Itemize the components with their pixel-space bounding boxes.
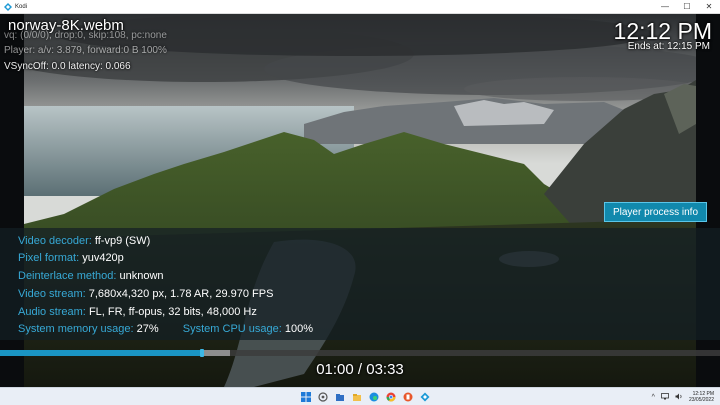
system-usage-row: System memory usage: 27% System CPU usag… (18, 323, 313, 335)
title-bar: Kodi — ☐ ✕ (0, 0, 720, 14)
windows-taskbar: ^ 12:12 PM 23/05/2022 (0, 387, 720, 405)
window-controls: — ☐ ✕ (654, 0, 720, 14)
deinterlace-row: Deinterlace method: unknown (18, 270, 164, 282)
close-button[interactable]: ✕ (698, 0, 720, 14)
folder-icon[interactable] (351, 391, 363, 403)
network-icon[interactable] (661, 392, 669, 402)
system-cpu-value: 100% (284, 323, 314, 335)
edge-browser-icon[interactable] (368, 391, 380, 403)
seek-bar-handle[interactable] (200, 349, 205, 357)
system-memory-value: 27% (136, 323, 159, 335)
debug-player-av: Player: a/v: 3.879, forward:0 B 100% (4, 45, 167, 56)
system-tray: ^ 12:12 PM 23/05/2022 (652, 389, 714, 405)
chrome-icon[interactable] (385, 391, 397, 403)
audio-stream-row: Audio stream: FL, FR, ff-opus, 32 bits, … (18, 306, 257, 318)
deinterlace-label: Deinterlace method: (18, 270, 117, 282)
video-stream-label: Video stream: (18, 288, 86, 300)
seek-bar[interactable] (0, 349, 720, 357)
chevron-up-icon[interactable]: ^ (652, 394, 655, 401)
pixel-format-label: Pixel format: (18, 252, 80, 264)
debug-video-queue: vq: (0/0/0), drop:0, skip:108, pc:none (4, 30, 167, 41)
pixel-format-value: yuv420p (82, 252, 124, 264)
ends-at: Ends at: 12:15 PM (627, 41, 710, 52)
audio-stream-label: Audio stream: (18, 306, 86, 318)
windows-start-icon[interactable] (300, 391, 312, 403)
video-stream-row: Video stream: 7,680x4,320 px, 1.78 AR, 2… (18, 288, 273, 300)
player-process-info-button[interactable]: Player process info (604, 202, 707, 222)
app-icon[interactable] (402, 391, 414, 403)
volume-icon[interactable] (675, 393, 683, 402)
audio-stream-value: FL, FR, ff-opus, 32 bits, 48,000 Hz (88, 306, 257, 318)
taskbar-apps (300, 389, 431, 405)
tray-date: 23/05/2022 (688, 397, 714, 403)
maximize-button[interactable]: ☐ (676, 0, 698, 14)
pixel-format-row: Pixel format: yuv420p (18, 252, 124, 264)
video-stream-value: 7,680x4,320 px, 1.78 AR, 29.970 FPS (88, 288, 274, 300)
tray-clock[interactable]: 12:12 PM 23/05/2022 (689, 391, 714, 403)
widgets-icon[interactable] (317, 391, 329, 403)
minimize-button[interactable]: — (654, 0, 676, 14)
video-player[interactable]: norway-8K.webm vq: (0/0/0), drop:0, skip… (0, 14, 720, 387)
kodi-window: Kodi — ☐ ✕ norway-8K.webm vq: (0/0/0), d… (0, 0, 720, 405)
debug-vsync: VSyncOff: 0.0 latency: 0.066 (4, 61, 131, 72)
video-decoder-value: ff-vp9 (SW) (94, 235, 151, 247)
system-memory-label: System memory usage: (18, 323, 134, 335)
kodi-logo-icon (4, 2, 12, 11)
process-info-panel: Video decoder: ff-vp9 (SW) Pixel format:… (0, 228, 720, 340)
window-title: Kodi (15, 3, 28, 10)
deinterlace-value: unknown (119, 270, 164, 282)
elapsed-time: 01:00 / 03:33 (316, 361, 404, 378)
system-cpu-label: System CPU usage: (182, 323, 282, 335)
video-decoder-row: Video decoder: ff-vp9 (SW) (18, 235, 150, 247)
kodi-icon[interactable] (419, 391, 431, 403)
file-explorer-icon[interactable] (334, 391, 346, 403)
seek-bar-progress (0, 350, 203, 356)
video-decoder-label: Video decoder: (18, 235, 92, 247)
